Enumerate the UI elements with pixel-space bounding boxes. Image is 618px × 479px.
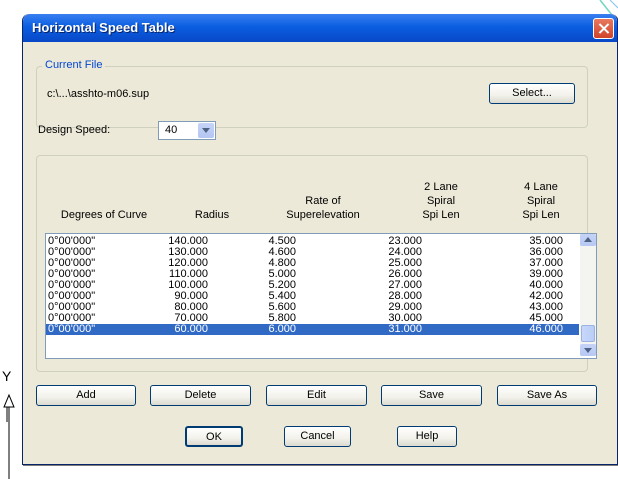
header-rate-of-superelevation: Rate of Superelevation xyxy=(286,195,360,221)
speed-table-list[interactable]: 0°00'000" 140.000 4.500 23.000 35.000 0°00'00… xyxy=(45,233,597,359)
design-speed-label: Design Speed: xyxy=(38,124,111,136)
select-file-button[interactable]: Select... xyxy=(489,83,575,104)
header-radius: Radius xyxy=(194,209,230,221)
save-as-button[interactable]: Save As xyxy=(497,385,597,406)
axis-y-label: Y xyxy=(2,368,12,384)
table-row[interactable]: 0°00'000" 110.000 5.000 26.000 39.000 xyxy=(46,269,579,280)
table-row[interactable]: 0°00'000" 80.000 5.600 29.000 43.000 xyxy=(46,302,579,313)
save-button[interactable]: Save xyxy=(381,385,482,406)
header-degrees-of-curve: Degrees of Curve xyxy=(60,209,148,221)
table-row[interactable]: 0°00'000" 120.000 4.800 25.000 37.000 xyxy=(46,258,579,269)
cancel-button[interactable]: Cancel xyxy=(284,426,351,447)
table-scrollbar[interactable] xyxy=(580,234,596,356)
scroll-thumb[interactable] xyxy=(581,325,595,342)
title-bar: Horizontal Speed Table xyxy=(23,14,617,42)
design-speed-value: 40 xyxy=(165,124,178,136)
scroll-down-icon[interactable] xyxy=(580,344,596,356)
dialog-title: Horizontal Speed Table xyxy=(32,20,175,35)
edit-button[interactable]: Edit xyxy=(266,385,367,406)
table-row[interactable]: 0°00'000" 90.000 5.400 28.000 42.000 xyxy=(46,291,579,302)
table-row[interactable]: 0°00'000" 130.000 4.600 24.000 36.000 xyxy=(46,247,579,258)
close-icon[interactable] xyxy=(593,18,614,39)
current-file-path: c:\...\asshto-m06.sup xyxy=(47,88,150,100)
table-row[interactable]: 0°00'000" 70.000 5.800 30.000 45.000 xyxy=(46,313,579,324)
delete-button[interactable]: Delete xyxy=(150,385,251,406)
chevron-down-icon[interactable] xyxy=(198,123,214,138)
add-button[interactable]: Add xyxy=(36,385,136,406)
ok-button[interactable]: OK xyxy=(185,426,243,447)
table-row[interactable]: 0°00'000" 60.000 6.000 31.000 46.000 xyxy=(46,324,579,335)
help-button[interactable]: Help xyxy=(397,426,457,447)
design-speed-select[interactable]: 40 xyxy=(158,121,216,140)
table-row[interactable]: 0°00'000" 140.000 4.500 23.000 35.000 xyxy=(46,236,579,247)
header-2-lane-spiral: 2 Lane Spiral Spi Len xyxy=(422,181,460,221)
cell-degree: 0°00'000" xyxy=(48,323,96,335)
cell-rate: 6.000 xyxy=(268,323,296,335)
table-row[interactable]: 0°00'000" 100.000 5.200 27.000 40.000 xyxy=(46,280,579,291)
cell-lane2: 31.000 xyxy=(388,323,422,335)
cell-lane4: 46.000 xyxy=(529,323,563,335)
header-4-lane-spiral: 4 Lane Spiral Spi Len xyxy=(522,181,560,221)
cell-radius: 60.000 xyxy=(174,323,208,335)
ucs-y-axis-icon: Y xyxy=(2,368,15,479)
scroll-up-icon[interactable] xyxy=(580,234,596,246)
current-file-legend: Current File xyxy=(42,59,106,71)
